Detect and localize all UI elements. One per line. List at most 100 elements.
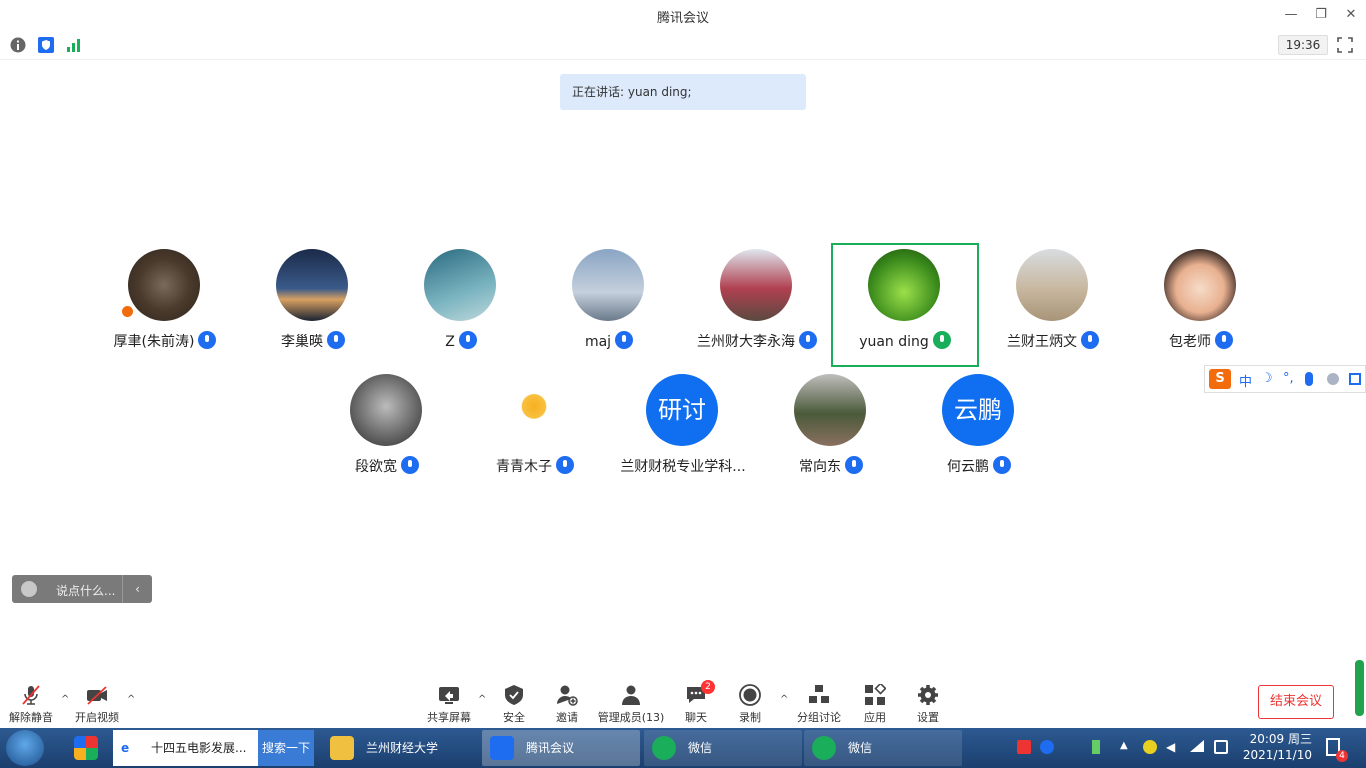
active-speaker-tile[interactable]: yuan ding — [831, 243, 979, 367]
sogou-icon[interactable]: S — [1209, 369, 1231, 389]
mic-icon — [401, 456, 419, 474]
search-button[interactable]: 搜索一下 — [258, 730, 314, 766]
minimize-button[interactable]: — — [1281, 7, 1301, 22]
participant-tile[interactable]: 李巢暎 — [239, 243, 387, 367]
fullscreen-icon[interactable] — [1337, 37, 1353, 53]
meeting-timer: 19:36 — [1278, 35, 1328, 55]
unmute-label: 解除静音 — [9, 711, 53, 724]
signal-icon[interactable] — [66, 37, 82, 53]
participant-tile[interactable]: 兰州财大李永海 — [683, 243, 831, 367]
avatar — [128, 249, 200, 321]
shield-icon[interactable] — [38, 37, 54, 53]
breakout-rooms-button[interactable]: 分组讨论 — [794, 680, 844, 726]
participant-tile[interactable]: 段欲宽 — [313, 368, 461, 492]
manage-members-button[interactable]: 管理成员(13) — [596, 680, 666, 726]
participant-tile[interactable]: maj — [535, 243, 683, 367]
browser-icon — [74, 736, 98, 760]
participant-tile[interactable]: 常向东 — [757, 368, 905, 492]
chat-input[interactable]: 说点什么... ‹ — [12, 575, 152, 603]
restore-button[interactable]: ❐ — [1311, 7, 1331, 22]
share-screen-icon — [439, 687, 459, 704]
participant-name: 常向东 — [799, 459, 841, 475]
scrollbar[interactable] — [1355, 660, 1364, 716]
participant-name: 青青木子 — [496, 459, 552, 475]
participant-name: 段欲宽 — [355, 459, 397, 475]
avatar — [720, 249, 792, 321]
share-options-chevron-icon[interactable]: ^ — [478, 694, 486, 705]
audio-options-chevron-icon[interactable]: ^ — [61, 694, 69, 705]
taskbar-app-meeting[interactable]: 腾讯会议 — [482, 730, 640, 766]
record-label: 录制 — [739, 711, 761, 724]
avatar — [1016, 249, 1088, 321]
windows-taskbar: e 十四五电影发展... 搜索一下 兰州财经大学 腾讯会议 微信 微信 ▲ ◀ 2… — [0, 728, 1366, 768]
moon-icon[interactable]: ☽ — [1261, 371, 1273, 386]
close-button[interactable]: ✕ — [1341, 7, 1361, 22]
collapse-chat-button[interactable]: ‹ — [122, 575, 152, 603]
info-icon[interactable] — [10, 37, 26, 53]
invite-button[interactable]: 邀请 — [549, 680, 585, 726]
taskbar-app-browser[interactable] — [66, 730, 106, 766]
punctuation-toggle[interactable]: °, — [1283, 371, 1294, 386]
settings-button[interactable]: 设置 — [910, 680, 946, 726]
security-button[interactable]: 安全 — [496, 680, 532, 726]
share-screen-button[interactable]: 共享屏幕 — [424, 680, 474, 726]
emoji-icon[interactable] — [21, 581, 37, 597]
help-tray-icon[interactable] — [1040, 740, 1054, 754]
record-button[interactable]: 录制 — [732, 680, 768, 726]
share-screen-label: 共享屏幕 — [427, 711, 471, 724]
grid-icon[interactable] — [1349, 373, 1361, 385]
unmute-button[interactable]: 解除静音 — [8, 680, 54, 726]
folder-icon — [330, 736, 354, 760]
start-button[interactable] — [6, 730, 44, 766]
taskbar-app-folder[interactable]: 兰州财经大学 — [322, 730, 478, 766]
show-hidden-icons-chevron-icon[interactable]: ▲ — [1120, 740, 1134, 754]
record-options-chevron-icon[interactable]: ^ — [780, 694, 788, 705]
participant-tile[interactable]: 包老师 — [1127, 243, 1275, 367]
mic-icon — [799, 331, 817, 349]
mic-muted-icon — [22, 685, 40, 705]
chat-placeholder[interactable]: 说点什么... — [56, 582, 115, 599]
add-user-icon — [557, 685, 578, 706]
taskbar-wechat-label: 微信 — [848, 741, 873, 755]
participant-name: 兰州财大李永海 — [697, 334, 795, 350]
input-tray-icon[interactable] — [1214, 740, 1228, 754]
video-options-chevron-icon[interactable]: ^ — [127, 694, 135, 705]
system-date: 2021/11/10 — [1242, 748, 1312, 762]
breakout-icon — [809, 685, 829, 703]
record-icon — [739, 684, 761, 706]
camera-off-icon — [87, 686, 107, 705]
participant-tile[interactable]: 青青木子 — [461, 368, 609, 492]
breakout-rooms-label: 分组讨论 — [797, 711, 841, 724]
system-clock[interactable]: 20:09 周三 2021/11/10 — [1236, 731, 1312, 763]
participant-tile[interactable]: 研讨 兰财财税专业学科... — [609, 368, 757, 492]
ime-toolbar[interactable]: S 中 ☽ °, — [1204, 365, 1366, 393]
mic-icon — [1215, 331, 1233, 349]
window-title: 腾讯会议 — [656, 11, 709, 26]
taskbar-wechat-label: 微信 — [688, 741, 713, 755]
taskbar-meeting-label: 腾讯会议 — [526, 741, 575, 755]
mic-icon[interactable] — [1305, 372, 1313, 386]
taskbar-app-wechat[interactable]: 微信 — [644, 730, 802, 766]
participant-tile[interactable]: 厚聿(朱前涛) — [91, 243, 239, 367]
speaking-indicator: 正在讲话: yuan ding; — [560, 74, 806, 110]
participant-name: 包老师 — [1169, 334, 1211, 350]
notification-badge: 4 — [1336, 750, 1348, 762]
end-meeting-button[interactable]: 结束会议 — [1258, 685, 1334, 719]
network-icon[interactable] — [1190, 740, 1204, 752]
ime-lang-toggle[interactable]: 中 — [1239, 371, 1252, 390]
start-video-button[interactable]: 开启视频 — [74, 680, 120, 726]
start-video-label: 开启视频 — [75, 711, 119, 724]
plus-tray-icon[interactable] — [1143, 740, 1157, 754]
participant-tile[interactable]: 兰财王炳文 — [979, 243, 1127, 367]
mic-icon — [1081, 331, 1099, 349]
taskbar-app-wechat[interactable]: 微信 — [804, 730, 962, 766]
user-icon[interactable] — [1327, 373, 1339, 385]
sogou-tray-icon[interactable] — [1017, 740, 1031, 754]
participant-tile[interactable]: 云鹏 何云鹏 — [905, 368, 1053, 492]
participant-tile[interactable]: Z — [387, 243, 535, 367]
battery-tray-icon[interactable] — [1092, 740, 1100, 754]
mic-icon — [458, 331, 477, 349]
apps-button[interactable]: 应用 — [857, 680, 893, 726]
volume-icon[interactable]: ◀ — [1166, 740, 1180, 754]
settings-label: 设置 — [917, 711, 939, 724]
